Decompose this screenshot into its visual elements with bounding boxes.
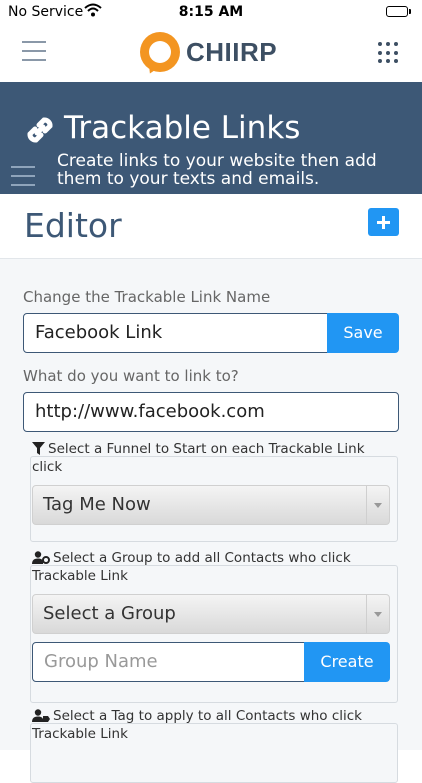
- editor-header: Editor: [0, 196, 422, 259]
- funnel-select[interactable]: Tag Me Now: [32, 485, 390, 525]
- group-section: [30, 565, 398, 703]
- group-section-title: Select a Group to add all Contacts who c…: [32, 549, 392, 585]
- editor-heading: Editor: [24, 206, 122, 245]
- apps-grid-icon[interactable]: [378, 42, 400, 64]
- group-select[interactable]: Select a Group: [32, 594, 390, 634]
- battery-icon: [386, 6, 411, 17]
- tag-section-title: Select a Tag to apply to all Contacts wh…: [32, 707, 392, 743]
- add-link-button[interactable]: [368, 208, 399, 236]
- link-name-input[interactable]: Facebook Link: [23, 313, 329, 353]
- status-bar: No Service 8:15 AM: [0, 0, 422, 24]
- menu-icon[interactable]: [22, 41, 46, 61]
- link-url-label: What do you want to link to?: [23, 367, 239, 385]
- chiirp-logo-icon: [140, 32, 180, 77]
- filter-icon: [32, 442, 45, 455]
- editor-panel: Change the Trackable Link Name Facebook …: [0, 259, 422, 783]
- group-name-input[interactable]: Group Name: [32, 642, 306, 682]
- user-gear-icon: [32, 551, 50, 564]
- chevron-down-icon: [366, 595, 389, 633]
- group-selected-value: Select a Group: [43, 603, 176, 624]
- clock: 8:15 AM: [178, 4, 244, 20]
- funnel-selected-value: Tag Me Now: [43, 494, 151, 515]
- app-name: CHIIRP: [186, 36, 278, 67]
- side-menu-icon[interactable]: [11, 166, 35, 193]
- tag-title-text: Select a Tag to apply to all Contacts wh…: [32, 708, 363, 742]
- user-tag-icon: [32, 709, 50, 722]
- chevron-down-icon: [366, 486, 389, 524]
- app-logo[interactable]: CHIIRP: [140, 29, 278, 77]
- funnel-title-text: Select a Funnel to Start on each Trackab…: [32, 441, 365, 475]
- page-subtitle: Create links to your website then add th…: [57, 151, 377, 189]
- create-group-button[interactable]: Create: [304, 642, 390, 682]
- app-bar: CHIIRP: [0, 24, 422, 82]
- page-banner: Trackable Links Create links to your web…: [0, 82, 422, 194]
- link-icon: [22, 112, 58, 152]
- link-url-input[interactable]: http://www.facebook.com: [23, 392, 399, 432]
- save-button[interactable]: Save: [327, 313, 399, 353]
- page-title: Trackable Links: [64, 110, 301, 146]
- funnel-section-title: Select a Funnel to Start on each Trackab…: [32, 440, 392, 476]
- group-title-text: Select a Group to add all Contacts who c…: [32, 550, 351, 584]
- link-name-label: Change the Trackable Link Name: [23, 288, 271, 306]
